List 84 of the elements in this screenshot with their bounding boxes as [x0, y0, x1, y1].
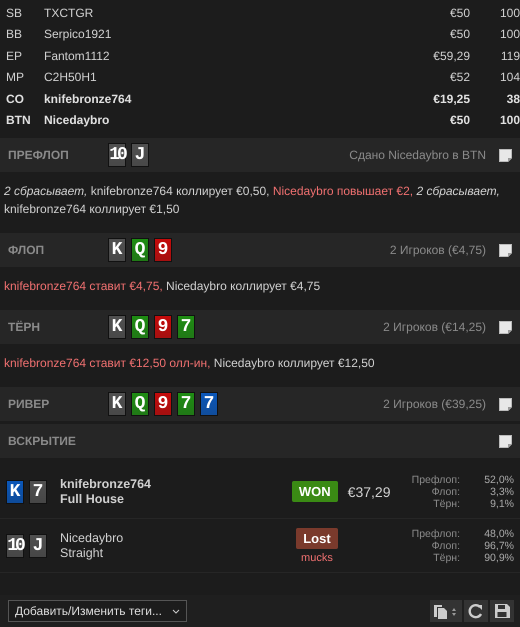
equity-label: Тёрн: — [432, 498, 460, 510]
stack-bb: 104 — [498, 70, 520, 84]
chevron-icon — [172, 608, 180, 614]
equity-label: Префлоп: — [412, 474, 460, 486]
equity-label: Флоп: — [430, 486, 460, 498]
equity-value: 96,7% — [483, 540, 514, 552]
playing-card: K — [108, 392, 126, 416]
won-amount: €37,29 — [348, 484, 392, 500]
playing-card: Q — [131, 315, 149, 339]
hand-name: Full House — [60, 492, 125, 506]
street-title: ВСКРЫТИЕ — [8, 434, 77, 448]
action-log: knifebronze764 ставит €4,75, Nicedaybro коллирует €4,75 — [3, 278, 322, 295]
tags-dropdown[interactable]: Добавить/Изменить теги... — [8, 600, 187, 622]
equity-value: 90,9% — [483, 552, 514, 564]
playing-card: 9 — [154, 315, 172, 339]
position-label: SB — [6, 6, 24, 20]
stack-bb: 100 — [498, 6, 520, 20]
stack-bb: 119 — [500, 48, 520, 63]
player-name: Nicedaybro — [60, 530, 124, 546]
save-button[interactable] — [490, 600, 514, 622]
stack-amount: €50 — [448, 113, 470, 128]
stack-amount: €52 — [448, 70, 470, 84]
result-badge: WON — [292, 481, 338, 502]
playing-card: 7 — [29, 480, 47, 504]
street-summary: Сдано Nicedaybro в BTN — [349, 148, 486, 162]
street-summary: 2 Игроков (€4,75) — [390, 243, 486, 257]
street-title: РИВЕР — [8, 397, 50, 411]
street-summary: 2 Игроков (€14,25) — [383, 320, 486, 334]
equity-label: Тёрн: — [432, 552, 460, 564]
position-label: BB — [6, 27, 24, 42]
action-log: knifebronze764 ставит €12,50 олл-ин, Nicedaybro коллирует €12,50 — [3, 355, 376, 372]
player-name: TXCTGR — [44, 6, 94, 20]
playing-card: K — [6, 480, 24, 504]
street-title: ПРЕФЛОП — [8, 148, 70, 162]
stack-bb: 100 — [498, 27, 520, 42]
playing-card: 10 — [108, 143, 126, 167]
stack-amount: €19,25 — [432, 92, 470, 106]
player-name: knifebronze764 — [60, 476, 152, 492]
position-label: CO — [6, 92, 25, 106]
street-title: ФЛОП — [8, 243, 46, 257]
copy-button[interactable] — [430, 600, 462, 622]
muck-label: mucks — [301, 552, 333, 564]
playing-card: K — [108, 238, 126, 262]
playing-card: K — [108, 315, 126, 339]
position-label: EP — [6, 48, 24, 63]
player-name: Serpico1921 — [44, 27, 112, 42]
playing-card: 10 — [6, 534, 24, 558]
hand-name: Straight — [60, 546, 104, 560]
equity-label: Префлоп: — [412, 528, 460, 540]
note-icon[interactable] — [499, 244, 512, 256]
playing-card: Q — [131, 392, 149, 416]
equity-value: 9,1% — [489, 498, 514, 510]
playing-card: 7 — [177, 315, 195, 339]
player-name: knifebronze764 — [44, 92, 132, 106]
street-title: ТЁРН — [8, 320, 42, 334]
equity-label: Флоп: — [430, 540, 460, 552]
position-label: BTN — [6, 113, 32, 128]
playing-card: 7 — [200, 392, 218, 416]
note-icon[interactable] — [499, 398, 512, 410]
player-name: C2H50H1 — [44, 70, 98, 84]
note-icon[interactable] — [499, 320, 512, 334]
playing-card: Q — [131, 238, 149, 262]
note-icon[interactable] — [499, 148, 512, 162]
equity-value: 48,0% — [483, 528, 514, 540]
action-log: 2 сбрасывает, knifebronze764 коллирует €0,50, Nicedaybro повышает €2, 2 сбрасывает, knifebronze764 коллирует €1,50 — [3, 183, 501, 218]
stack-amount: €59,29 — [432, 48, 470, 63]
stack-bb: 38 — [506, 92, 520, 106]
playing-card: J — [29, 534, 47, 558]
equity-value: 3,3% — [489, 486, 514, 498]
result-badge: Lost — [296, 528, 338, 548]
position-label: MP — [6, 70, 25, 84]
refresh-button[interactable] — [464, 600, 488, 622]
player-name: Nicedaybro — [44, 113, 110, 128]
equity-value: 52,0% — [483, 474, 514, 486]
street-summary: 2 Игроков (€39,25) — [383, 397, 486, 411]
stack-amount: €50 — [448, 27, 470, 42]
stack-amount: €50 — [448, 6, 470, 20]
note-icon[interactable] — [499, 434, 512, 448]
playing-card: 7 — [177, 392, 195, 416]
player-name: Fantom1112 — [44, 48, 111, 63]
stack-bb: 100 — [498, 113, 520, 128]
playing-card: J — [131, 143, 149, 167]
playing-card: 9 — [154, 238, 172, 262]
playing-card: 9 — [154, 392, 172, 416]
